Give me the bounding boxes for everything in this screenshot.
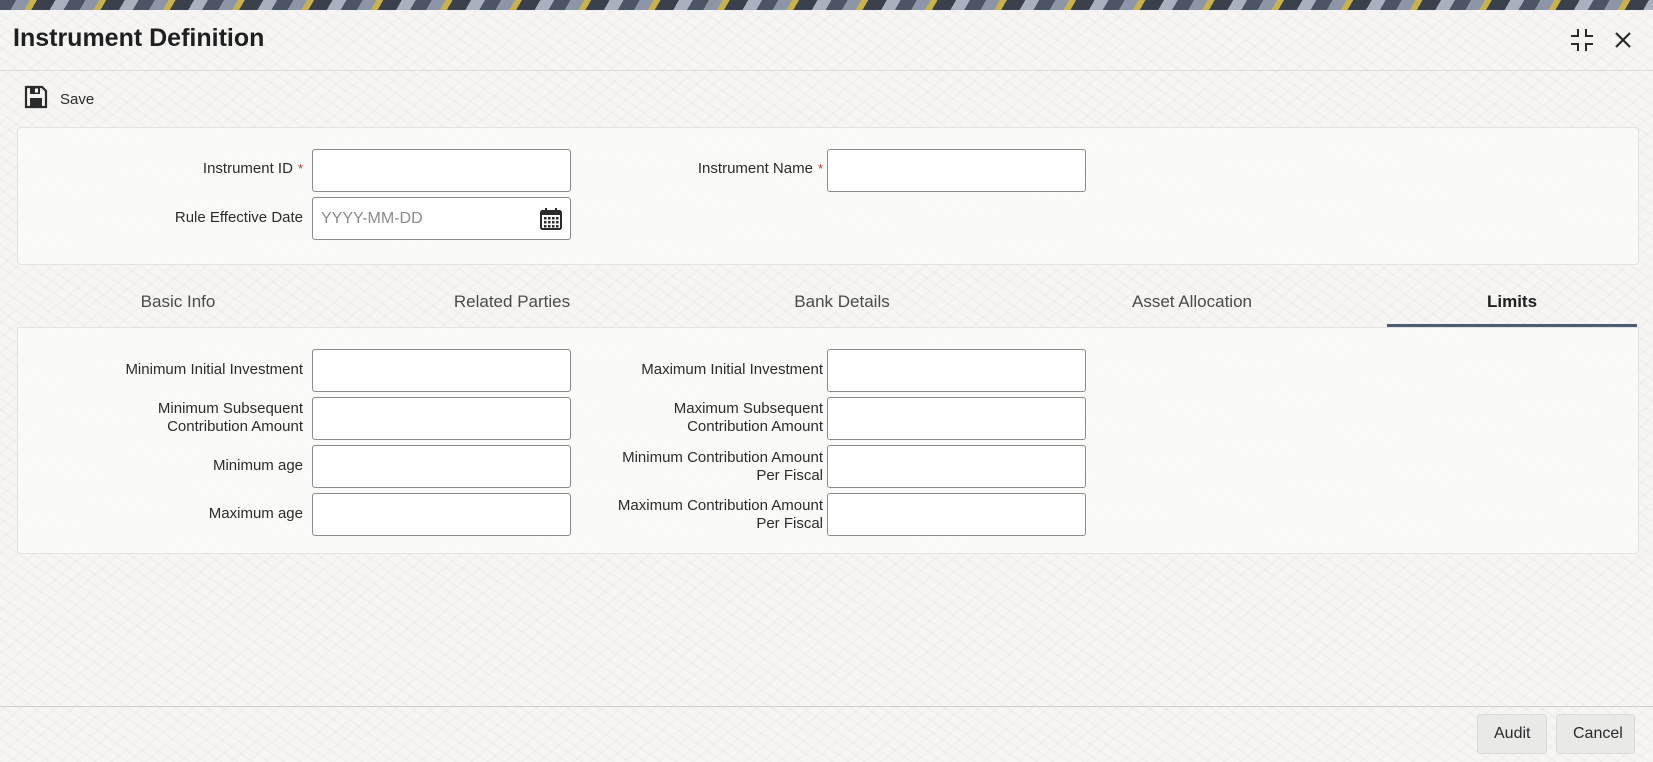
save-button[interactable]: Save xyxy=(24,85,95,114)
audit-button[interactable]: Audit xyxy=(1477,714,1547,754)
cancel-button[interactable]: Cancel xyxy=(1556,714,1635,754)
required-marker: * xyxy=(297,161,303,176)
max-subsequent-contribution-input[interactable] xyxy=(827,397,1086,440)
min-age-input[interactable] xyxy=(312,445,571,488)
instrument-header-panel: Instrument ID * Instrument Name * Rule Eff… xyxy=(17,127,1639,265)
rule-effective-date-label: Rule Effective Date xyxy=(174,209,303,226)
close-icon[interactable] xyxy=(1608,25,1638,55)
required-marker: * xyxy=(817,161,823,176)
min-age-label: Minimum age xyxy=(212,457,303,474)
min-initial-investment-input[interactable] xyxy=(312,349,571,392)
tab-basic-info[interactable]: Basic Info xyxy=(53,285,303,327)
floppy-disk-icon xyxy=(24,85,48,114)
instrument-id-input[interactable] xyxy=(312,149,571,192)
page-title: Instrument Definition xyxy=(13,24,265,52)
save-label: Save xyxy=(60,90,95,108)
min-contribution-per-fiscal-input[interactable] xyxy=(827,445,1086,488)
min-subsequent-contribution-label: Minimum Subsequent Contribution Amount xyxy=(157,400,303,435)
min-subsequent-contribution-input[interactable] xyxy=(312,397,571,440)
instrument-name-label: Instrument Name * xyxy=(697,160,823,177)
limits-panel: Minimum Initial Investment Maximum Initi… xyxy=(17,327,1639,554)
window-header: Instrument Definition xyxy=(0,10,1653,71)
tab-bar: Basic Info Related Parties Bank Details … xyxy=(17,285,1639,327)
tab-limits[interactable]: Limits xyxy=(1387,285,1637,327)
max-initial-investment-input[interactable] xyxy=(827,349,1086,392)
min-initial-investment-label: Minimum Initial Investment xyxy=(125,361,303,378)
max-contribution-per-fiscal-label: Maximum Contribution Amount Per Fiscal xyxy=(617,497,823,532)
rule-effective-date-input[interactable] xyxy=(312,197,571,240)
instrument-name-input[interactable] xyxy=(827,149,1086,192)
max-age-input[interactable] xyxy=(312,493,571,536)
maximize-icon[interactable] xyxy=(1567,25,1597,55)
calendar-icon[interactable] xyxy=(539,207,563,231)
rule-effective-date-picker xyxy=(312,197,571,240)
tab-asset-allocation[interactable]: Asset Allocation xyxy=(1067,285,1317,327)
max-subsequent-contribution-label: Maximum Subsequent Contribution Amount xyxy=(673,400,823,435)
tab-bank-details[interactable]: Bank Details xyxy=(717,285,967,327)
max-initial-investment-label: Maximum Initial Investment xyxy=(641,361,823,378)
tab-related-parties[interactable]: Related Parties xyxy=(387,285,637,327)
min-contribution-per-fiscal-label: Minimum Contribution Amount Per Fiscal xyxy=(622,449,823,484)
max-contribution-per-fiscal-input[interactable] xyxy=(827,493,1086,536)
footer-bar: Audit Cancel xyxy=(0,706,1653,762)
instrument-id-label: Instrument ID * xyxy=(202,160,303,177)
decorative-banner xyxy=(0,0,1653,10)
max-age-label: Maximum age xyxy=(208,505,303,522)
